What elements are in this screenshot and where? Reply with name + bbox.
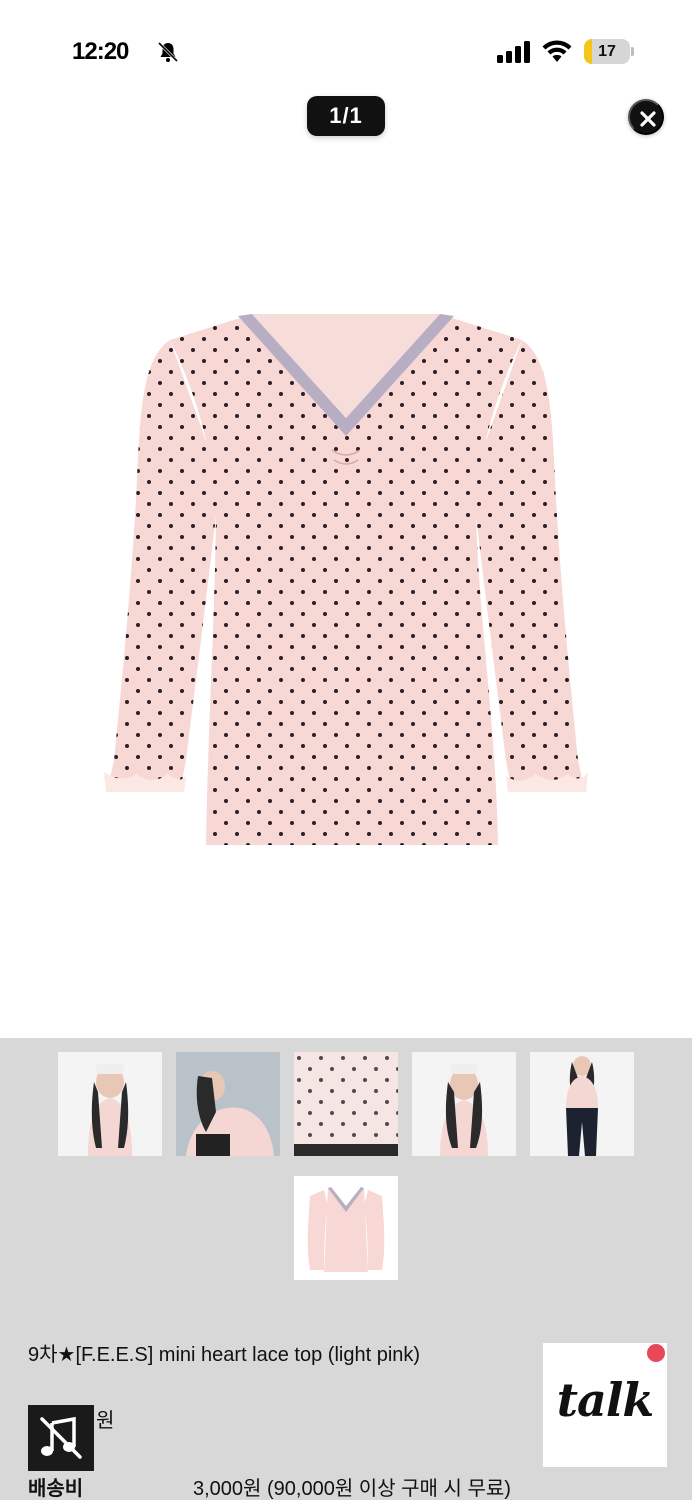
thumbnail-image	[294, 1176, 398, 1280]
thumbnail-image	[294, 1052, 398, 1156]
bell-off-icon	[157, 41, 179, 63]
thumbnail-2[interactable]	[176, 1052, 280, 1156]
thumbnail-6[interactable]	[294, 1176, 398, 1280]
thumbnail-image	[176, 1052, 280, 1156]
thumbnail-1[interactable]	[58, 1052, 162, 1156]
talk-chat-button[interactable]: talk	[543, 1343, 667, 1467]
thumbnail-image	[58, 1052, 162, 1156]
talk-label: talk	[556, 1373, 654, 1427]
close-button[interactable]	[628, 99, 664, 135]
shipping-value: 3,000원 (90,000원 이상 구매 시 무료)	[193, 1478, 511, 1500]
status-time: 12:20	[72, 38, 129, 65]
status-bar: 12:20 17	[0, 0, 692, 100]
wifi-icon	[542, 40, 572, 62]
shipping-label: 배송비	[28, 1478, 84, 1500]
music-toggle-button[interactable]	[28, 1405, 94, 1471]
thumbnail-4[interactable]	[412, 1052, 516, 1156]
battery-level: 17	[598, 43, 616, 60]
thumbnail-image	[530, 1052, 634, 1156]
battery-icon: 17	[584, 39, 634, 64]
price-value: 원	[96, 1410, 115, 1432]
close-icon	[640, 111, 656, 127]
signal-icon	[497, 41, 530, 63]
thumbnail-5[interactable]	[530, 1052, 634, 1156]
product-main-image[interactable]	[100, 300, 592, 860]
product-title: 9차★[F.E.E.S] mini heart lace top (light …	[28, 1344, 421, 1366]
thumbnail-image	[412, 1052, 516, 1156]
page-counter: 1/1	[307, 96, 385, 136]
notification-dot	[647, 1344, 665, 1362]
thumbnail-3[interactable]	[294, 1052, 398, 1156]
music-off-icon	[40, 1416, 82, 1459]
